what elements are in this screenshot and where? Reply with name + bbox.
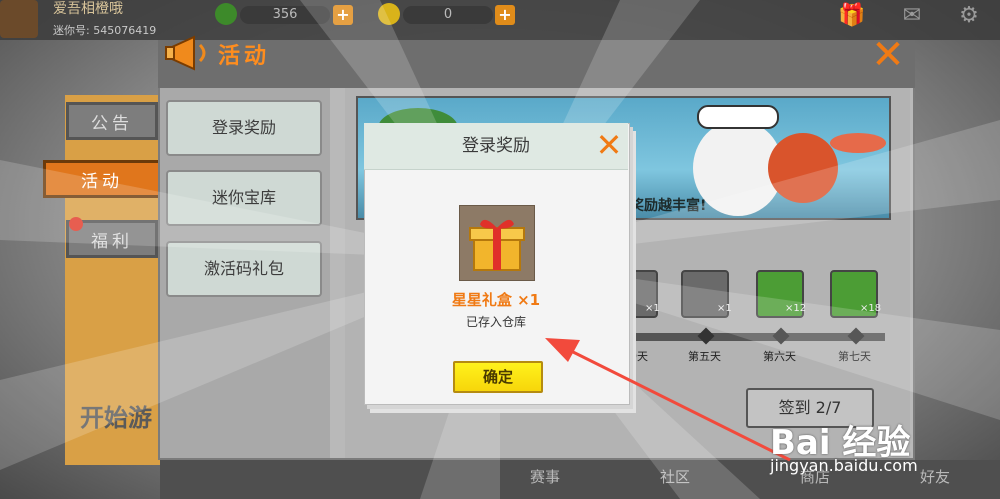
gift-box-icon — [469, 219, 525, 271]
mail-icon[interactable]: ✉ — [898, 2, 926, 30]
notification-dot — [69, 217, 83, 231]
dialog-title: 登录奖励 — [462, 136, 530, 156]
tab-activity[interactable]: 活动 — [43, 160, 161, 198]
mini-bean-icon — [215, 3, 237, 25]
mini-bean-count: 356 — [240, 6, 330, 24]
add-mini-coin-button[interactable]: + — [495, 5, 515, 25]
panel-header — [158, 40, 915, 88]
reward-status: 已存入仓库 — [465, 315, 526, 329]
menu-gift-code[interactable]: 激活码礼包 — [166, 241, 322, 297]
gift-icon[interactable]: 🎁 — [838, 2, 866, 30]
day-reward-count: ×12 — [785, 303, 807, 314]
nav-friends[interactable]: 好友 — [920, 466, 950, 487]
gear-icon[interactable]: ⚙ — [955, 2, 983, 30]
banner-text: 奖励越丰富! — [630, 198, 707, 214]
watermark-url: jingyan.baidu.com — [770, 456, 918, 475]
reward-item-name: 星星礼盒 ×1 — [451, 291, 541, 309]
menu-login-reward[interactable]: 登录奖励 — [166, 100, 322, 156]
day-reward-count: ×1 — [645, 303, 660, 314]
reward-item-box — [459, 205, 535, 281]
confirm-button[interactable]: 确定 — [453, 361, 543, 393]
avatar[interactable] — [0, 0, 38, 38]
mini-coin-icon — [378, 3, 400, 25]
megaphone-icon — [165, 35, 206, 71]
annotation-arrow-icon — [545, 338, 791, 462]
mini-id: 迷你号: 545076419 — [53, 24, 157, 37]
player-nickname: 爱吾相橙哦 — [53, 1, 123, 17]
menu-mini-vault[interactable]: 迷你宝库 — [166, 170, 322, 226]
close-dialog-button[interactable]: ✕ — [592, 128, 626, 162]
tab-announcement[interactable]: 公告 — [66, 102, 158, 140]
day-reward-count: ×1 — [717, 303, 732, 314]
day-label: 第七天 — [838, 350, 871, 363]
panel-title: 活动 — [218, 44, 271, 69]
mini-coin-count: 0 — [403, 6, 493, 24]
start-game-label: 开始游 — [80, 404, 152, 432]
close-panel-button[interactable]: ✕ — [868, 35, 908, 75]
day-reward-count: ×18 — [860, 303, 882, 314]
add-mini-bean-button[interactable]: + — [333, 5, 353, 25]
